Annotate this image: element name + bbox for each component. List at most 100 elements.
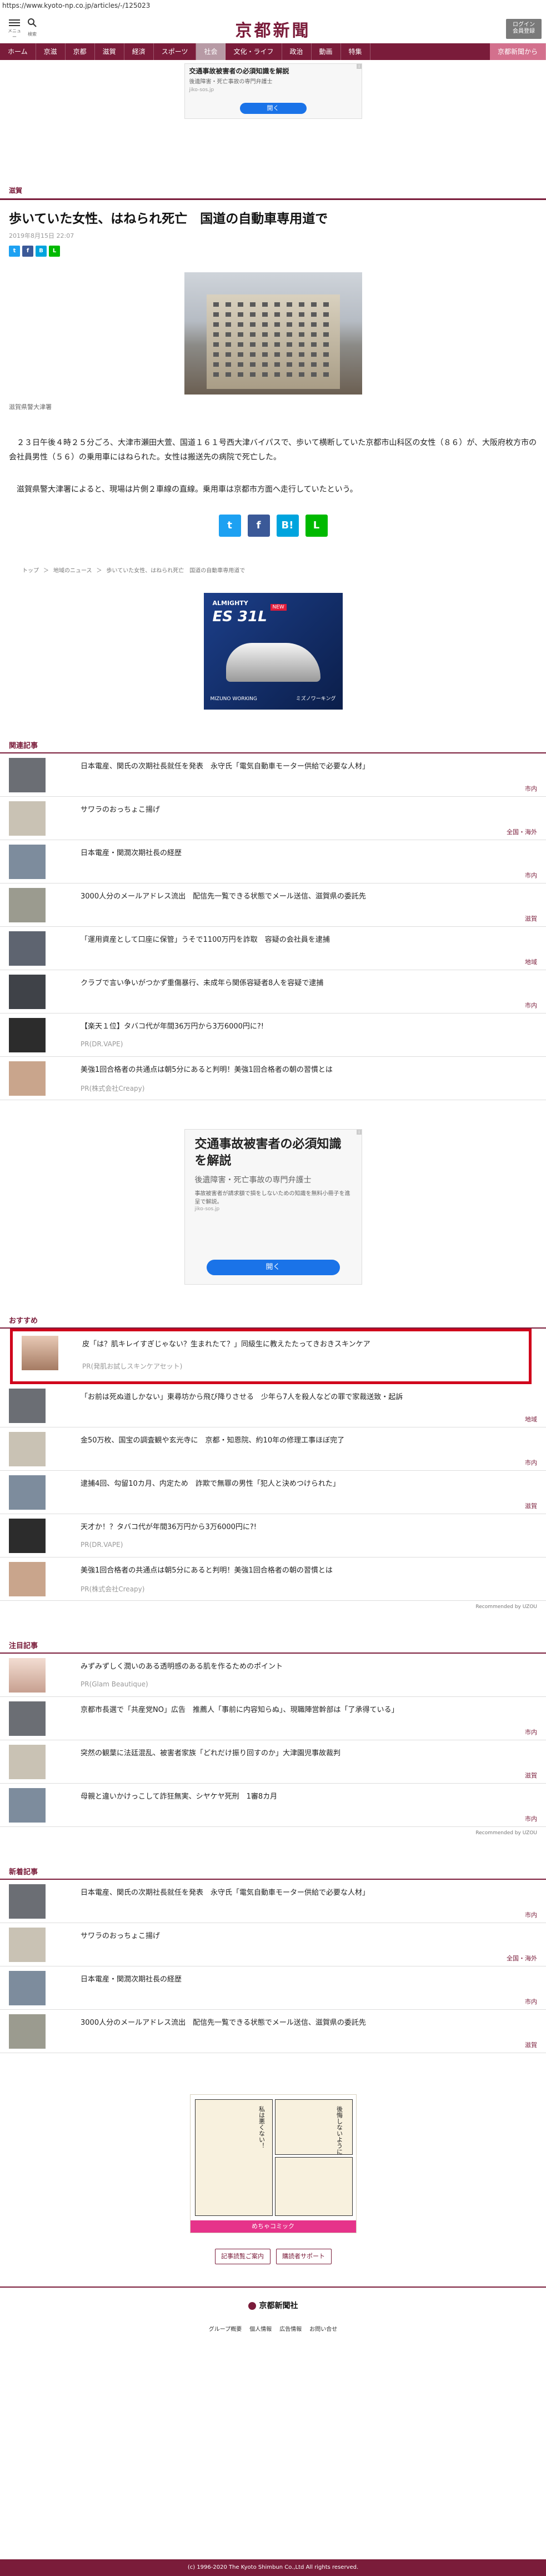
facebook-icon[interactable]: f [22, 246, 33, 257]
list-item[interactable]: 3000人分のメールアドレス流出 配信先一覧できる状態でメール送信、滋賀県の委託… [0, 2010, 546, 2053]
list-item[interactable]: 天才か！？タバコ代が年間36万円から3万6000円に?! PR(DR.VAPE) [0, 1514, 546, 1557]
breadcrumb-item[interactable]: 地域のニュース [53, 568, 92, 574]
highlighted-recommendation[interactable]: 皮「は？肌キレイすぎじゃない？生まれたて？」同級生に教えたたってきおきスキンケア… [10, 1329, 532, 1384]
list-item[interactable]: 逮捕4回、勾留10カ月、内定ため 詐欺で無罪の男性「犯人と決めつけられた」 滋賀 [0, 1471, 546, 1514]
list-item[interactable]: 「運用資産として口座に保管」うそで1100万円を詐取 容疑の会社員を逮捕地域 [0, 927, 546, 970]
mid-ad-banner[interactable]: i 交通事故被害者の必須知識を解説 後遺障害・死亡事故の専門弁護士 事故被害者が… [184, 1129, 362, 1285]
nav-item[interactable]: 京都新聞から [489, 43, 546, 60]
search-button[interactable]: 検索 [24, 18, 40, 37]
item-category[interactable]: 市内 [525, 1728, 537, 1736]
shoe-ad-name: ES 31L [212, 608, 267, 625]
item-title: 母親と違いかけっこして詐狂無実、シヤケヤ死刑 1審8カ月 [81, 1793, 278, 1801]
facebook-share-icon[interactable]: f [247, 515, 270, 537]
menu-button[interactable]: メニュー [7, 18, 22, 40]
item-category[interactable]: 市内 [525, 1910, 537, 1919]
shoe-ad[interactable]: ALMIGHTY NEW ES 31L MIZUNO WORKING ミズノワー… [203, 593, 343, 710]
thumbnail [9, 1701, 46, 1736]
url-bar[interactable]: https://www.kyoto-np.co.jp/articles/-/12… [0, 0, 546, 11]
item-category[interactable]: 市内 [525, 1814, 537, 1823]
mid-ad-open-button[interactable]: 開く [206, 1260, 340, 1275]
item-pr: PR(Glam Beautique) [81, 1680, 148, 1688]
list-item[interactable]: 金50万枚、国宝の調査観や玄光寺に 京都・知恩院、約10年の修理工事ほぼ完了 市内 [0, 1427, 546, 1471]
line-icon[interactable]: L [49, 246, 60, 257]
item-category[interactable]: 滋賀 [525, 1771, 537, 1780]
nav-item[interactable]: 滋賀 [95, 43, 124, 60]
ad-info-icon[interactable]: i [357, 64, 362, 69]
item-category[interactable]: 滋賀 [525, 1501, 537, 1510]
item-category[interactable]: 市内 [525, 871, 537, 880]
nav-item[interactable]: 文化・ライフ [226, 43, 282, 60]
item-category[interactable]: 全国・海外 [507, 1954, 537, 1963]
list-item[interactable]: 日本電産・関潤次期社長の経歴市内 [0, 1966, 546, 2010]
item-category[interactable]: 地域 [525, 957, 537, 966]
list-item[interactable]: 京都市長選で「共産党NO」広告 推薦人「事前に内容知らぬ」、現職陣営幹部は「了承… [0, 1697, 546, 1740]
window [298, 312, 304, 317]
hatena-share-icon[interactable]: B! [276, 515, 299, 537]
list-item[interactable]: 日本電産、関氏の次期社長就任を発表 永守氏「電気自動車モーター供給で必要な人材」… [0, 1880, 546, 1923]
nav-item[interactable]: 京都 [66, 43, 95, 60]
breadcrumb-item[interactable]: 歩いていた女性、はねられ死亡 国道の自動車専用道で [107, 568, 246, 574]
item-category[interactable]: 地域 [525, 1415, 537, 1424]
ad-info-icon[interactable]: i [357, 1130, 362, 1135]
line-share-icon[interactable]: L [305, 515, 328, 537]
nav-item[interactable]: 政治 [282, 43, 312, 60]
footer-logo[interactable]: 京都新聞社 [0, 2300, 546, 2311]
item-category[interactable]: 滋賀 [525, 914, 537, 923]
list-item[interactable]: 日本電産・関潤次期社長の経歴 市内 [0, 840, 546, 883]
footer-link[interactable]: 広告情報 [279, 2324, 302, 2333]
subscriber-support-button[interactable]: 購読者サポート [275, 2249, 332, 2264]
nav-item[interactable]: ホーム [0, 43, 36, 60]
list-item[interactable]: サワラのおっちょこ揚げ 全国・海外 [0, 797, 546, 840]
hatena-icon[interactable]: B [36, 246, 47, 257]
nav-item[interactable]: 動画 [312, 43, 341, 60]
company-logo-icon [248, 2302, 256, 2310]
list-item[interactable]: 母親と違いかけっこして詐狂無実、シヤケヤ死刑 1審8カ月市内 [0, 1784, 546, 1827]
footer-link[interactable]: 個人情報 [249, 2324, 272, 2333]
subscription-guide-button[interactable]: 記事読覧ご案内 [214, 2249, 271, 2264]
thumbnail [9, 2014, 46, 2049]
breadcrumb-item[interactable]: トップ [22, 568, 39, 574]
list-item[interactable]: サワラのおっちょこ揚げ 全国・海外 [0, 1923, 546, 1966]
twitter-share-icon[interactable]: t [218, 515, 241, 537]
article-photo [184, 272, 362, 395]
item-title: 「運用資産として口座に保管」うそで1100万円を詐取 容疑の会社員を逮捕 [81, 936, 330, 944]
manga-ad[interactable]: 私は悪くない！ 後悔しないように めちゃコミック [189, 2094, 357, 2233]
nav-item[interactable]: 特集 [341, 43, 370, 60]
window [274, 302, 280, 307]
list-item[interactable]: 美強1回合格者の共通点は朝5分にあると判明！美強1回合格者の朝の習慣とは PR(株… [0, 1557, 546, 1601]
list-item[interactable]: 【楽天１位】タバコ代が年間36万円から3万6000円に?! PR(DR.VAPE) [0, 1014, 546, 1057]
window [323, 372, 329, 377]
item-title: 日本電産、関氏の次期社長就任を発表 永守氏「電気自動車モーター供給で必要な人材」 [81, 1889, 370, 1897]
site-logo[interactable]: 京都新聞 [236, 17, 311, 41]
top-ad-banner[interactable]: i 交通事故被害者の必須知識を解説 後遺障害・死亡事故の専門弁護士 jiko-s… [184, 63, 362, 119]
list-item[interactable]: 日本電産、関氏の次期社長就任を発表 永守氏「電気自動車モーター供給で必要な人材」… [0, 753, 546, 797]
item-category[interactable]: 市内 [525, 1458, 537, 1467]
item-category[interactable]: 市内 [525, 1997, 537, 2006]
item-title: 日本電産、関氏の次期社長就任を発表 永守氏「電気自動車モーター供給で必要な人材」 [81, 762, 370, 771]
item-category[interactable]: 滋賀 [525, 2040, 537, 2049]
window [274, 372, 280, 377]
item-title: 日本電産・関潤次期社長の経歴 [81, 1975, 182, 1984]
list-item[interactable]: 「お前は死ぬ道しかない」東尋坊から飛び降りさせる 少年ら7人を殺人などの罪で家裁… [0, 1384, 546, 1427]
footer-link[interactable]: グループ概要 [209, 2324, 242, 2333]
list-item[interactable]: クラブで言い争いがつかず重傷暴行、未成年ら関係容疑者8人を容疑で逮捕 市内 [0, 970, 546, 1014]
nav-item[interactable]: 社会 [196, 43, 226, 60]
window [213, 352, 219, 357]
nav-item[interactable]: 京滋 [36, 43, 66, 60]
article-category[interactable]: 滋賀 [9, 186, 546, 195]
login-button[interactable]: ログイン 会員登録 [506, 19, 542, 39]
footer-link[interactable]: お問い合せ [309, 2324, 337, 2333]
top-ad-open-button[interactable]: 開く [239, 103, 307, 114]
thumbnail [9, 975, 46, 1009]
item-category[interactable]: 市内 [525, 1001, 537, 1010]
list-item[interactable]: 3000人分のメールアドレス流出 配信先一覧できる状態でメール送信、滋賀県の委託… [0, 883, 546, 927]
twitter-icon[interactable]: t [9, 246, 20, 257]
nav-item[interactable]: 経済 [124, 43, 154, 60]
list-item[interactable]: 突然の観葉に法廷混乱、被害者家族「どれだけ振り回すのか」大津園児事故裁判 滋賀 [0, 1740, 546, 1784]
item-category[interactable]: 市内 [525, 784, 537, 793]
list-item[interactable]: みずみずしく潤いのある透明感のある肌を作るためのポイント PR(Glam Bea… [0, 1654, 546, 1697]
list-item[interactable]: 美強1回合格者の共通点は朝5分にあると判明！美強1回合格者の朝の習慣とは PR(株… [0, 1057, 546, 1100]
nav-item[interactable]: スポーツ [154, 43, 197, 60]
list-item[interactable]: 皮「は？肌キレイすぎじゃない？生まれたて？」同級生に教えたたってきおきスキンケア… [13, 1331, 529, 1381]
item-category[interactable]: 全国・海外 [507, 827, 537, 836]
